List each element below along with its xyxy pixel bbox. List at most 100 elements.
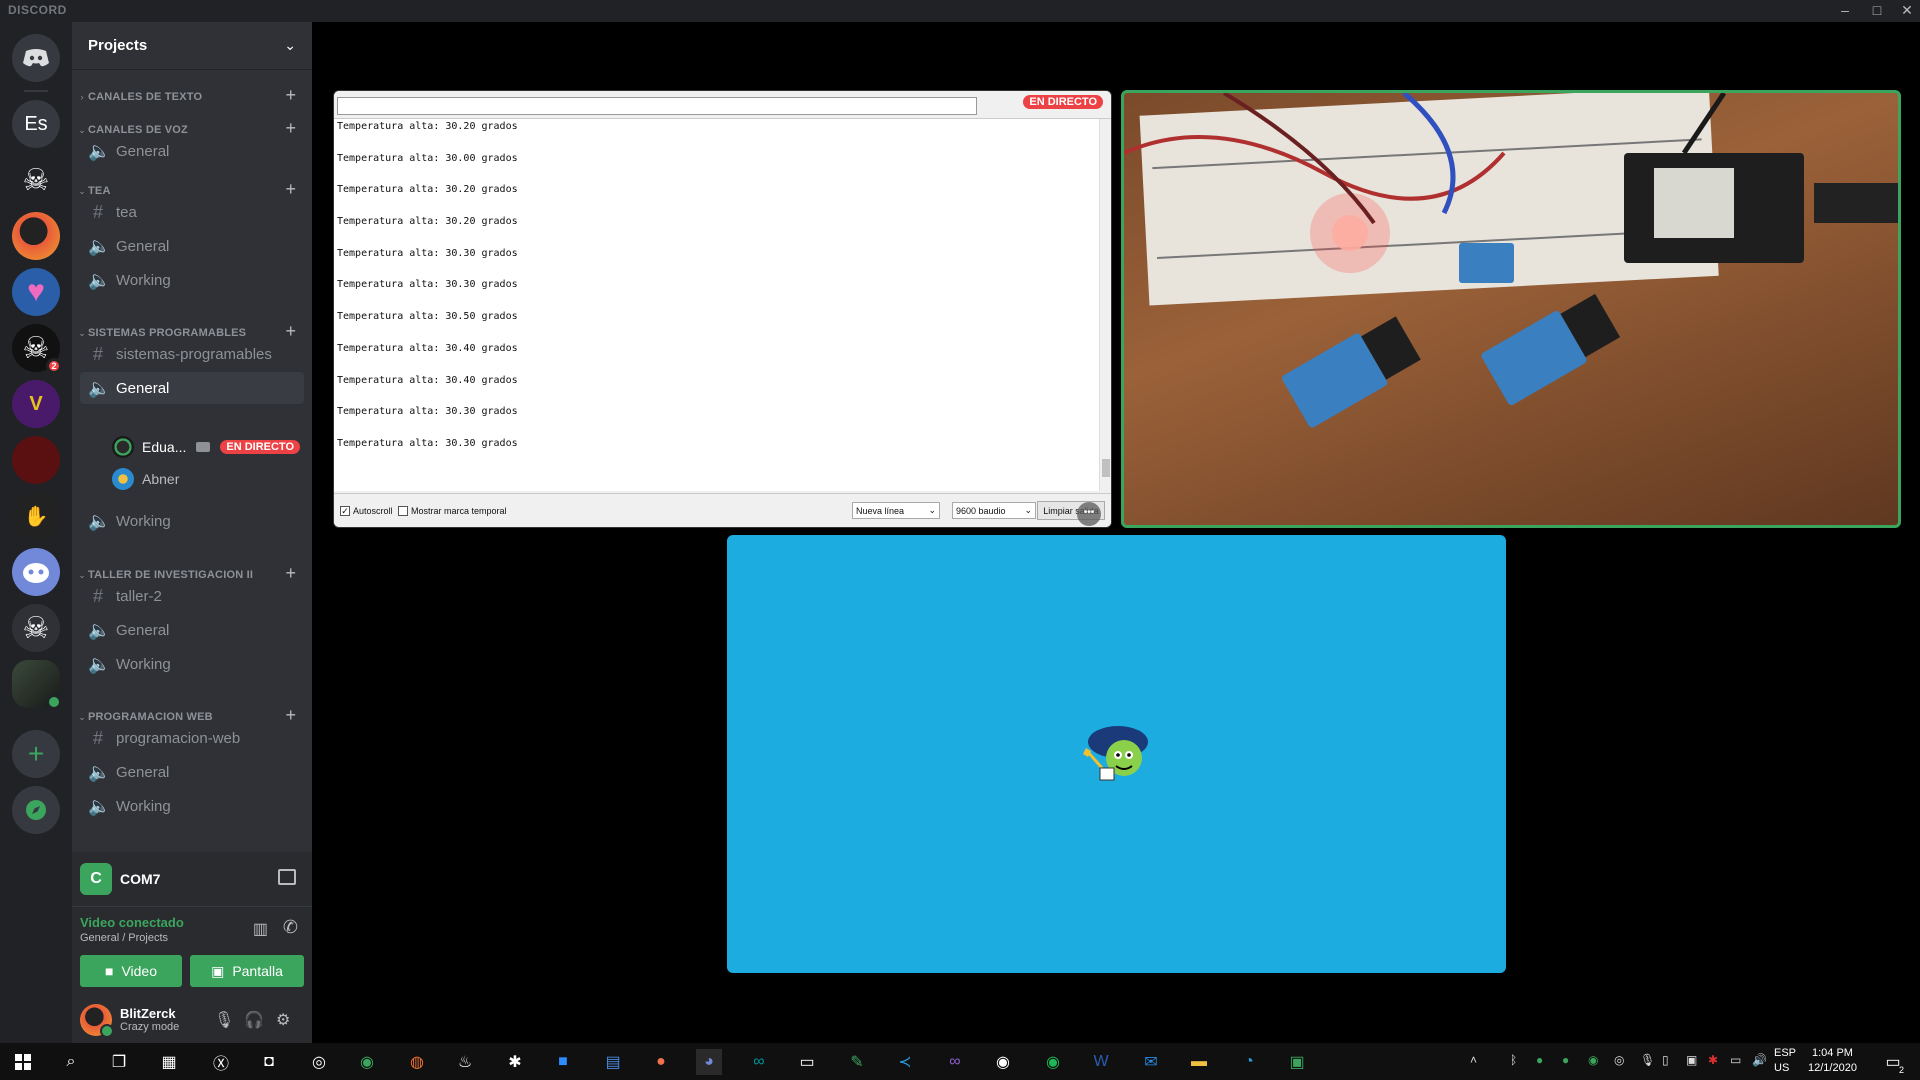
scrollbar-thumb[interactable] <box>1102 459 1110 477</box>
voice-user-abner[interactable]: Abner <box>112 465 179 493</box>
edge-icon[interactable]: ◔ <box>1236 1049 1262 1075</box>
tray-overflow-icon[interactable]: ˄ <box>1470 1053 1477 1067</box>
volume-icon[interactable]: 🔊 <box>1752 1053 1767 1067</box>
hash-icon: # <box>92 585 103 606</box>
text-channel-taller-2[interactable]: # taller-2 <box>80 580 304 612</box>
tray-app-icon[interactable]: ◉ <box>1588 1053 1598 1067</box>
avatar[interactable] <box>80 1003 114 1038</box>
screen-share-button[interactable]: ▣ Pantalla <box>190 955 304 987</box>
voice-status[interactable]: Video conectado <box>80 915 184 930</box>
word-icon[interactable]: W <box>1088 1049 1114 1075</box>
clock[interactable]: 1:04 PM 12/1/2020 <box>1808 1046 1857 1076</box>
stop-stream-icon[interactable] <box>278 869 296 885</box>
server-heart[interactable]: ♥ <box>12 268 60 316</box>
tray-app-icon[interactable]: ✱ <box>1708 1053 1718 1067</box>
voice-channel-working[interactable]: 🔈 Working <box>80 790 304 822</box>
voice-channel-working[interactable]: 🔈 Working <box>80 264 304 296</box>
task-view-icon[interactable]: ❐ <box>106 1049 132 1075</box>
app-icon[interactable]: ◎ <box>306 1049 332 1075</box>
disconnect-icon[interactable]: ✆ <box>283 917 298 938</box>
tray-app-icon[interactable]: ● <box>1536 1053 1543 1067</box>
obs-icon[interactable]: ◉ <box>990 1049 1016 1075</box>
slack-icon[interactable]: ✱ <box>502 1049 528 1075</box>
hash-icon: # <box>92 201 103 222</box>
settings-gear-icon[interactable]: ⚙ <box>276 1010 290 1030</box>
xbox-icon[interactable]: Ⓧ <box>208 1049 234 1075</box>
tray-app-icon[interactable]: ◎ <box>1614 1053 1624 1067</box>
server-red-logo[interactable] <box>12 436 60 484</box>
guild-header[interactable]: Projects ⌄ <box>72 22 312 70</box>
notifications-icon[interactable]: ▭ 2 <box>1880 1049 1906 1075</box>
server-mascot[interactable] <box>12 548 60 596</box>
files-icon[interactable]: ▤ <box>600 1049 626 1075</box>
search-icon[interactable]: ⌕ <box>58 1049 84 1075</box>
add-channel-icon[interactable]: + <box>285 85 296 106</box>
category-canales-de-texto[interactable]: › CANALES DE TEXTO + <box>72 85 312 106</box>
discord-taskbar-icon[interactable]: ◕ <box>696 1049 722 1075</box>
video-button[interactable]: ■ Video <box>80 955 182 987</box>
server-hand[interactable]: ✋ <box>12 492 60 540</box>
server-pirate[interactable]: ☠ <box>12 604 60 652</box>
server-es[interactable]: Es <box>12 100 60 148</box>
voice-channel-working[interactable]: 🔈 Working <box>80 505 304 537</box>
add-server-button[interactable]: + <box>12 730 60 778</box>
mail-icon[interactable]: ✉ <box>1138 1049 1164 1075</box>
windows-start-icon[interactable] <box>10 1049 36 1075</box>
server-skull-2[interactable]: ☠ 2 <box>12 324 62 374</box>
stream-tile-camera[interactable] <box>1121 90 1901 528</box>
tray-app-icon[interactable]: ▣ <box>1686 1053 1697 1067</box>
server-skull[interactable]: ☠ <box>12 156 60 204</box>
scrollbar[interactable] <box>1099 119 1111 491</box>
baud-select[interactable]: 9600 baudio ⌄ <box>952 502 1036 519</box>
voice-channel-general[interactable]: 🔈 General <box>80 756 304 788</box>
app-icon[interactable]: ◘ <box>256 1049 282 1075</box>
maximize-button[interactable]: □ <box>1862 0 1892 22</box>
voice-channel-general[interactable]: 🔈 General <box>80 230 304 262</box>
network-icon[interactable]: ▭ <box>1730 1053 1741 1067</box>
app-icon[interactable]: ✎ <box>844 1049 870 1075</box>
line-ending-select[interactable]: Nueva línea ⌄ <box>852 502 940 519</box>
arduino-icon[interactable]: ∞ <box>746 1049 772 1075</box>
razer-icon[interactable]: ◉ <box>354 1049 380 1075</box>
microphone-icon[interactable]: 🎙 <box>1640 1053 1655 1067</box>
tray-app-icon[interactable]: ● <box>1562 1053 1569 1067</box>
terminal-icon[interactable]: ▭ <box>794 1049 820 1075</box>
timestamp-checkbox[interactable]: Mostrar marca temporal <box>398 506 507 516</box>
vscode-icon[interactable]: ≺ <box>892 1049 918 1075</box>
dex-icon[interactable]: ● <box>648 1049 674 1075</box>
voice-channel-working[interactable]: 🔈 Working <box>80 648 304 680</box>
app-icon[interactable]: ▣ <box>1284 1049 1310 1075</box>
voice-channel-general[interactable]: 🔈 General <box>80 135 304 167</box>
spotify-icon[interactable]: ◉ <box>1040 1049 1066 1075</box>
file-explorer-icon[interactable]: ▬ <box>1186 1049 1212 1075</box>
server-projects[interactable] <box>12 660 62 710</box>
microphone-icon[interactable]: 🎙 <box>214 1010 234 1030</box>
text-channel-sistemas-programables[interactable]: # sistemas-programables <box>80 338 304 370</box>
noise-suppression-icon[interactable]: ▥ <box>253 919 268 939</box>
minimize-button[interactable]: – <box>1830 0 1860 22</box>
voice-channel-general-active[interactable]: 🔈 General <box>80 372 304 404</box>
stream-tile-avatar[interactable] <box>727 535 1506 973</box>
voice-user-edua[interactable]: Edua... EN DIRECTO <box>112 433 301 461</box>
server-v[interactable]: V <box>12 380 60 428</box>
serial-input[interactable] <box>337 97 977 115</box>
home-button[interactable] <box>12 34 60 82</box>
headphones-icon[interactable]: 🎧 <box>244 1010 264 1030</box>
more-options-icon[interactable]: ••• <box>1077 502 1101 526</box>
usb-icon[interactable]: ▯ <box>1662 1053 1669 1067</box>
text-channel-tea[interactable]: # tea <box>80 196 304 228</box>
visual-studio-icon[interactable]: ∞ <box>942 1049 968 1075</box>
explore-button[interactable] <box>12 786 60 834</box>
bluetooth-icon[interactable]: ᛒ <box>1510 1053 1517 1067</box>
zoom-icon[interactable]: ■ <box>550 1049 576 1075</box>
store-icon[interactable]: ▦ <box>156 1049 182 1075</box>
input-language[interactable]: ESP US <box>1774 1046 1796 1076</box>
server-red-avatar[interactable] <box>12 212 60 260</box>
steam-icon[interactable]: ♨ <box>452 1049 478 1075</box>
autoscroll-checkbox[interactable]: ✓ Autoscroll <box>340 506 393 516</box>
stream-tile-serial-monitor[interactable]: EN DIRECTO Temperatura alta: 30.20 grado… <box>333 90 1112 528</box>
text-channel-programacion-web[interactable]: # programacion-web <box>80 722 304 754</box>
voice-channel-general[interactable]: 🔈 General <box>80 614 304 646</box>
close-button[interactable]: ✕ <box>1892 0 1920 22</box>
origin-icon[interactable]: ◍ <box>404 1049 430 1075</box>
